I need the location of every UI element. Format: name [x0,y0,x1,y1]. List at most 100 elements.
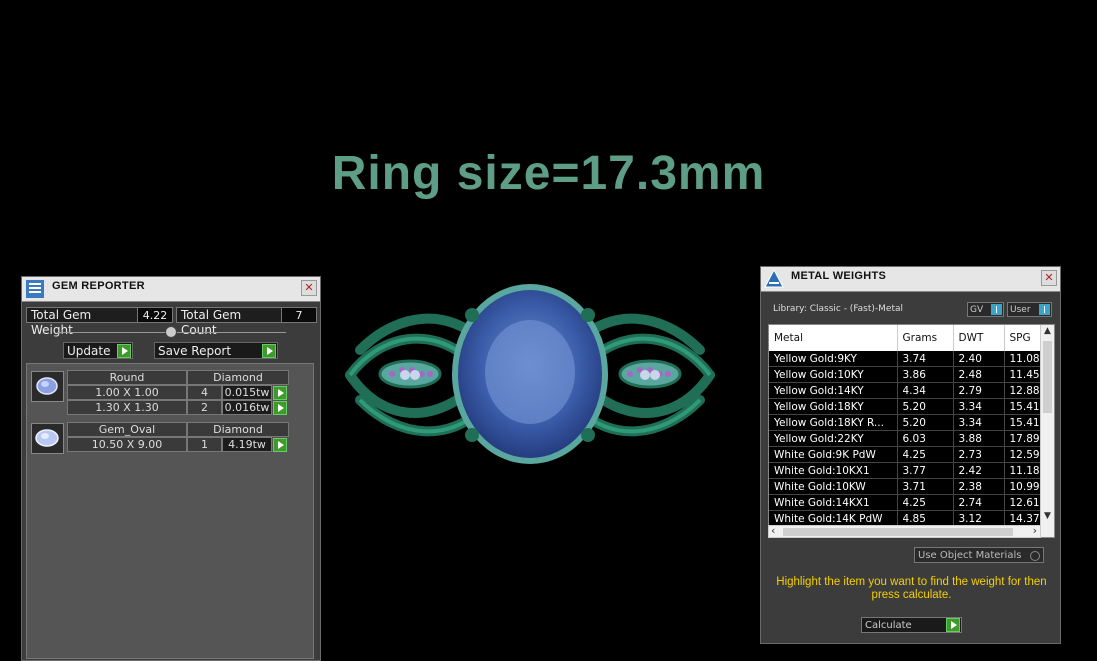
panel-slider-handle[interactable] [165,326,177,338]
gem-weight-cell: 0.015tw [222,385,272,400]
metal-cell: Yellow Gold:18KY [769,398,898,415]
metal-row[interactable]: Yellow Gold:14KY 4.34 2.79 12.88 [769,382,1054,399]
metal-weights-title: METAL WEIGHTS [791,270,887,282]
save-report-button[interactable]: Save Report [154,342,278,359]
gv-toggle[interactable]: GV [967,302,1004,317]
gem-size-cell: 1.30 X 1.30 [67,400,187,415]
horizontal-scrollbar[interactable]: ‹ › [768,524,1041,538]
gem-reporter-title: GEM REPORTER [52,280,145,292]
gem-shape-header: Round [67,370,187,385]
user-toggle[interactable]: User [1007,302,1052,317]
metal-cell: 2.48 [953,366,1005,383]
oval-gem-thumbnail[interactable] [31,423,64,454]
update-button[interactable]: Update [63,342,133,359]
metal-cell: White Gold:9K PdW [769,446,898,463]
metal-cell: 3.88 [953,430,1005,447]
metal-cell: 3.77 [897,462,954,479]
metal-cell: 3.34 [953,414,1005,431]
metal-cell: 4.25 [897,494,954,511]
metal-row[interactable]: Yellow Gold:22KY 6.03 3.88 17.89 [769,430,1054,447]
total-gem-count-label: Total Gem Count [176,307,282,337]
metal-cell: Yellow Gold:9KY [769,351,898,367]
metal-table-header: Metal Grams DWT SPG [769,325,1054,351]
scroll-thumb[interactable] [1043,341,1052,413]
metal-weights-icon [764,268,784,288]
metal-cell: 5.20 [897,398,954,415]
gem-weight-cell: 0.016tw [222,400,272,415]
gem-reporter-panel: GEM REPORTER ✕ Total Gem Weight 4.22 Tot… [21,276,321,661]
metal-row[interactable]: White Gold:9K PdW 4.25 2.73 12.59 [769,446,1054,463]
metal-cell: 3.71 [897,478,954,495]
save-report-button-label: Save Report [158,344,232,358]
instruction-text: Highlight the item you want to find the … [776,576,1047,601]
total-gem-count-value: 7 [281,307,317,323]
gem-row-select-button[interactable] [273,438,287,452]
metal-cell: 3.34 [953,398,1005,415]
ring-size-headline: Ring size=17.3mm [331,147,766,200]
metal-cell: White Gold:14KX1 [769,494,898,511]
user-toggle-label: User [1010,305,1031,315]
oval-gem-icon [35,429,59,447]
gem-size-cell: 1.00 X 1.00 [67,385,187,400]
metal-row[interactable]: White Gold:14KX1 4.25 2.74 12.61 [769,494,1054,511]
gem-row-select-button[interactable] [273,386,287,400]
scroll-up-icon[interactable]: ▲ [1041,326,1054,336]
metal-cell: White Gold:10KW [769,478,898,495]
column-header[interactable]: Grams [897,325,954,351]
column-header[interactable]: DWT [953,325,1005,351]
scroll-right-icon[interactable]: › [1033,524,1037,537]
gem-count-cell: 2 [187,400,222,415]
gem-count-cell: 4 [187,385,222,400]
total-gem-weight-label: Total Gem Weight [26,307,138,337]
total-gem-weight-value: 4.22 [137,307,173,323]
metal-cell: 4.34 [897,382,954,399]
scroll-left-icon[interactable]: ‹ [771,524,775,537]
gem-reporter-icon [26,280,44,298]
metal-cell: 5.20 [897,414,954,431]
metal-row[interactable]: Yellow Gold:9KY 3.74 2.40 11.08 [769,351,1054,367]
metal-cell: 4.25 [897,446,954,463]
gem-size-cell: 10.50 X 9.00 [67,437,187,452]
metal-row[interactable]: Yellow Gold:18KY R... 5.20 3.34 15.41 [769,414,1054,431]
gem-count-cell: 1 [187,437,222,452]
scroll-thumb[interactable] [783,528,1013,536]
metal-cell: Yellow Gold:10KY [769,366,898,383]
metal-cell: White Gold:10KX1 [769,462,898,479]
metal-cell: 2.74 [953,494,1005,511]
gem-weight-cell: 4.19tw [222,437,272,452]
metal-row[interactable]: Yellow Gold:10KY 3.86 2.48 11.45 [769,366,1054,383]
metal-row[interactable]: Yellow Gold:18KY 5.20 3.34 15.41 [769,398,1054,415]
play-arrow-icon [262,344,276,358]
calculate-button[interactable]: Calculate [861,617,962,633]
gv-toggle-label: GV [970,305,984,315]
gem-material-header: Diamond [187,422,289,437]
metal-cell: 2.79 [953,382,1005,399]
column-header[interactable]: Metal [769,325,898,351]
gem-shape-header: Gem_Oval [67,422,187,437]
round-gem-icon [36,377,58,395]
metal-cell: 3.74 [897,351,954,367]
library-label: Library: Classic - (Fast)-Metal [773,304,904,314]
metal-row[interactable]: White Gold:10KX1 3.77 2.42 11.18 [769,462,1054,479]
use-object-materials-toggle[interactable]: Use Object Materials [914,547,1044,563]
close-icon[interactable]: ✕ [1041,270,1057,286]
calculate-button-label: Calculate [865,620,912,631]
ring-render [345,284,715,464]
metal-weights-panel: METAL WEIGHTS ✕ Library: Classic - (Fast… [760,266,1061,644]
metal-cell: Yellow Gold:18KY R... [769,414,898,431]
vertical-scrollbar[interactable]: ▲ ▼ [1040,325,1054,537]
round-gem-thumbnail[interactable] [31,371,64,402]
scroll-down-icon[interactable]: ▼ [1041,511,1054,521]
metal-weights-titlebar[interactable]: METAL WEIGHTS ✕ [761,267,1060,292]
metal-table: Metal Grams DWT SPG Yellow Gold:9KY 3.74 2… [768,324,1055,538]
toggle-icon [1039,304,1050,315]
metal-cell: 2.42 [953,462,1005,479]
gem-reporter-titlebar[interactable]: GEM REPORTER ✕ [22,277,320,302]
metal-cell: 6.03 [897,430,954,447]
gem-list: Round Diamond 1.00 X 1.00 4 0.015tw 1.30… [26,363,314,659]
close-icon[interactable]: ✕ [301,280,317,296]
play-arrow-icon [117,344,131,358]
metal-row[interactable]: White Gold:10KW 3.71 2.38 10.99 [769,478,1054,495]
gem-row-select-button[interactable] [273,401,287,415]
use-object-materials-label: Use Object Materials [918,550,1022,561]
